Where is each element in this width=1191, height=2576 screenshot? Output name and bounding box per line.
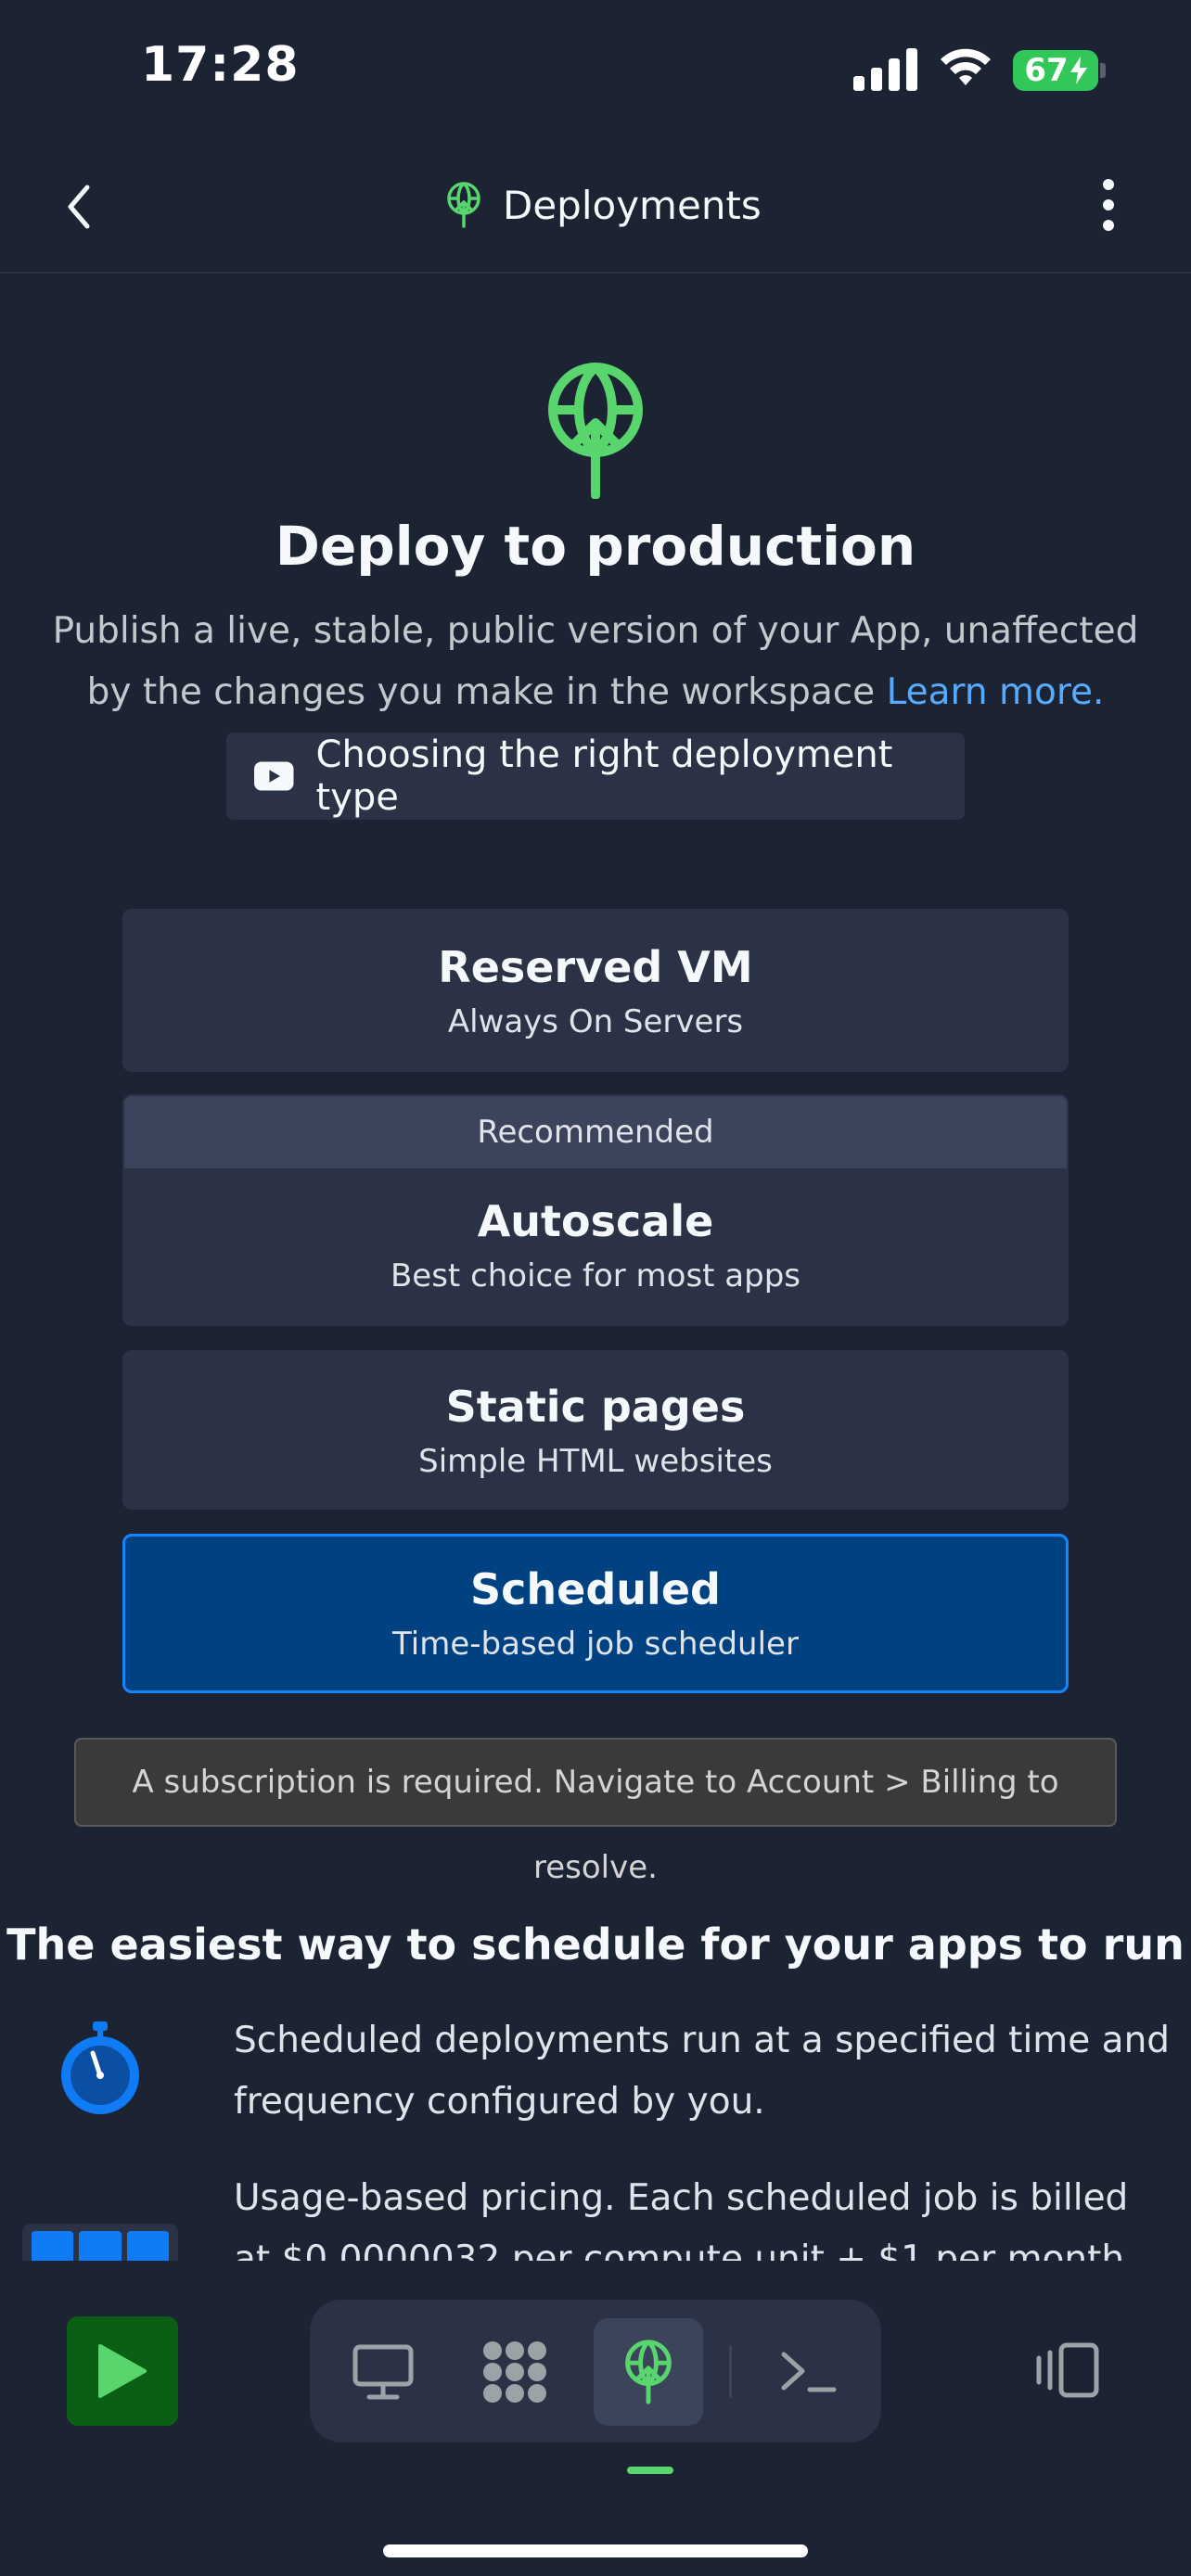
option-subtitle: Best choice for most apps — [390, 1257, 801, 1294]
kebab-dot — [1103, 179, 1114, 190]
status-time: 17:28 — [141, 37, 300, 93]
tool-packages[interactable] — [460, 2318, 570, 2426]
usage-block — [32, 2231, 74, 2261]
option-autoscale[interactable]: Recommended Autoscale Best choice for mo… — [122, 1094, 1069, 1326]
option-subtitle: Time-based job scheduler — [392, 1626, 799, 1663]
tool-switcher — [310, 2300, 881, 2442]
status-bar: 17:28 67 — [0, 0, 1191, 139]
tool-shell[interactable] — [753, 2318, 863, 2426]
deployment-type-video-button[interactable]: Choosing the right deployment type — [226, 733, 965, 820]
more-options-button[interactable] — [1085, 172, 1132, 237]
active-tool-indicator — [627, 2467, 673, 2474]
usage-blocks-icon — [22, 2224, 178, 2261]
stopwatch-icon — [61, 2021, 139, 2114]
run-button[interactable] — [67, 2316, 178, 2426]
tool-webview[interactable] — [328, 2318, 438, 2426]
option-title: Reserved VM — [438, 942, 753, 992]
option-scheduled[interactable]: Scheduled Time-based job scheduler — [122, 1534, 1069, 1693]
deployments-icon — [447, 182, 480, 228]
kebab-dot — [1103, 199, 1114, 210]
tool-divider — [729, 2346, 732, 2398]
back-button[interactable] — [56, 174, 102, 239]
panels-button[interactable] — [1028, 2326, 1106, 2415]
shell-icon — [781, 2352, 837, 2392]
panels-icon — [1036, 2342, 1099, 2398]
option-title: Static pages — [445, 1382, 746, 1432]
battery-cap — [1100, 63, 1106, 78]
option-static-pages[interactable]: Static pages Simple HTML websites — [122, 1350, 1069, 1510]
usage-block — [79, 2231, 122, 2261]
page-title: Deployments — [503, 182, 762, 228]
bottom-toolbar — [0, 2261, 1191, 2576]
header-title-group: Deployments — [445, 172, 762, 237]
deployments-icon — [625, 2340, 672, 2404]
hero-title: Deploy to production — [275, 515, 916, 578]
option-reserved-vm[interactable]: Reserved VM Always On Servers — [122, 909, 1069, 1072]
battery-indicator: 67 — [1013, 50, 1098, 91]
option-title: Autoscale — [477, 1196, 714, 1246]
subscription-warning: A subscription is required. Navigate to … — [74, 1738, 1117, 1886]
video-button-label: Choosing the right deployment type — [315, 733, 893, 819]
feature-text: Usage-based pricing. Each scheduled job … — [234, 2177, 1129, 2261]
usage-block — [126, 2231, 169, 2261]
packages-icon — [483, 2341, 546, 2403]
option-subtitle: Always On Servers — [447, 1003, 744, 1040]
battery-level: 67 — [1024, 52, 1069, 89]
signal-icon — [853, 48, 917, 91]
deploy-globe-icon — [548, 363, 643, 499]
header: Deployments — [0, 139, 1191, 274]
hero-description: Publish a live, stable, public version o… — [37, 601, 1154, 723]
webview-icon — [352, 2344, 414, 2400]
play-icon — [98, 2344, 147, 2398]
feature-row-clipped: Usage-based pricing. Each scheduled job … — [0, 2151, 1191, 2261]
kebab-dot — [1103, 220, 1114, 231]
feature-text: Scheduled deployments run at a specified… — [234, 2020, 1171, 2123]
wifi-icon — [941, 48, 991, 85]
chevron-left-icon — [68, 185, 90, 229]
charging-bolt-icon — [1069, 57, 1087, 84]
home-indicator — [383, 2544, 808, 2557]
section-title: The easiest way to schedule for your app… — [6, 1919, 1185, 1970]
youtube-icon — [254, 761, 294, 791]
learn-more-link[interactable]: Learn more. — [887, 671, 1105, 713]
option-title: Scheduled — [470, 1564, 721, 1614]
recommended-badge: Recommended — [124, 1096, 1067, 1168]
tool-deployments[interactable] — [594, 2318, 703, 2426]
option-subtitle: Simple HTML websites — [418, 1443, 773, 1480]
